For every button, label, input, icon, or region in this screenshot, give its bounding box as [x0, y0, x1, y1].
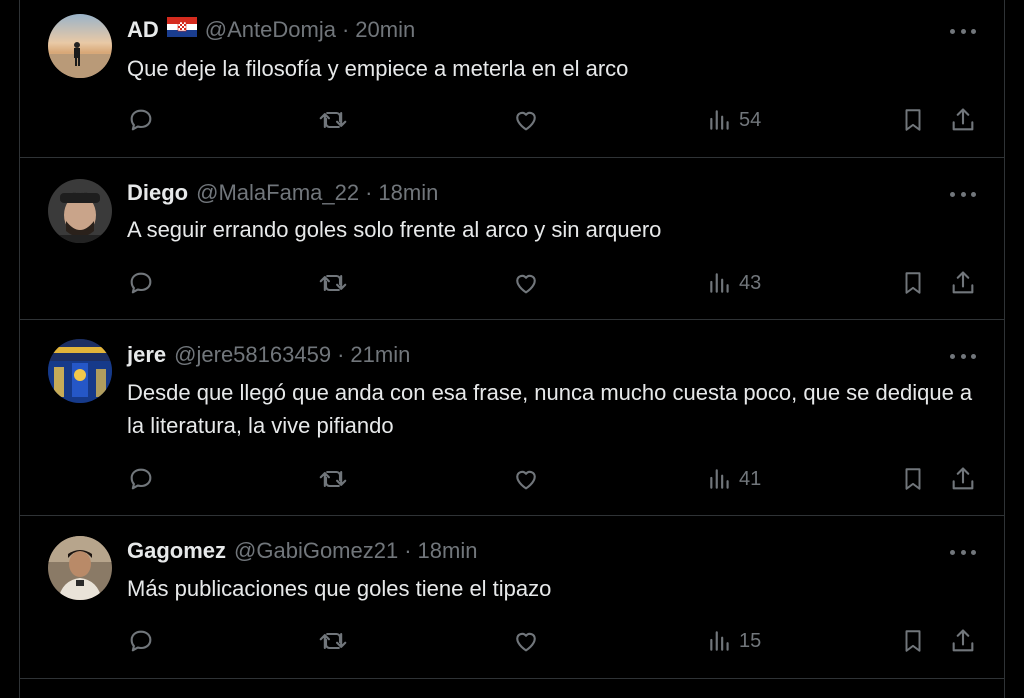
tweet-header: AD @AnteDomja · 20min — [127, 16, 415, 44]
reply-icon[interactable] — [127, 626, 155, 656]
display-name[interactable]: jere — [127, 342, 166, 368]
separator-dot: · — [365, 180, 373, 205]
bookmark-icon[interactable] — [900, 626, 926, 656]
tweet[interactable]: jere @jere58163459 · 21min Desde que lle… — [20, 319, 1004, 516]
timestamp[interactable]: 21min — [350, 342, 410, 368]
more-icon[interactable] — [950, 26, 976, 36]
bookmark-icon[interactable] — [900, 464, 926, 494]
display-name[interactable]: Gagomez — [127, 538, 226, 564]
bookmark-icon[interactable] — [900, 105, 926, 135]
retweet-icon[interactable] — [317, 626, 349, 656]
views-button[interactable]: 54 — [707, 105, 761, 135]
views-icon — [707, 628, 733, 654]
croatia-flag-icon — [166, 17, 197, 43]
retweet-icon[interactable] — [317, 268, 349, 298]
views-button[interactable]: 15 — [707, 626, 761, 656]
bookmark-icon[interactable] — [900, 268, 926, 298]
views-count: 41 — [739, 467, 762, 490]
reply-icon[interactable] — [127, 105, 155, 135]
timestamp[interactable]: 18min — [418, 538, 478, 564]
timestamp[interactable]: 20min — [355, 17, 415, 43]
like-icon[interactable] — [512, 464, 540, 494]
tweet[interactable]: Gagomez @GabiGomez21 · 18min Más publica… — [20, 515, 1004, 679]
tweet-text: Que deje la filosofía y empiece a meterl… — [127, 56, 629, 81]
more-icon[interactable] — [950, 351, 976, 361]
avatar[interactable] — [48, 339, 112, 403]
share-icon[interactable] — [949, 464, 977, 494]
username[interactable]: @GabiGomez21 — [234, 538, 398, 564]
avatar[interactable] — [48, 536, 112, 600]
views-icon — [707, 107, 733, 133]
tweet-header: Gagomez @GabiGomez21 · 18min — [127, 537, 477, 565]
retweet-icon[interactable] — [317, 464, 349, 494]
avatar[interactable] — [48, 179, 112, 243]
views-button[interactable]: 43 — [707, 268, 761, 298]
like-icon[interactable] — [512, 626, 540, 656]
tweet[interactable]: AD @AnteDomja · 20min Que deje la filoso… — [20, 0, 1004, 158]
views-icon — [707, 270, 733, 296]
share-icon[interactable] — [949, 268, 977, 298]
like-icon[interactable] — [512, 268, 540, 298]
views-count: 15 — [739, 629, 762, 652]
display-name[interactable]: AD — [127, 17, 159, 43]
reply-icon[interactable] — [127, 268, 155, 298]
display-name[interactable]: Diego — [127, 180, 188, 206]
reply-icon[interactable] — [127, 464, 155, 494]
share-icon[interactable] — [949, 105, 977, 135]
avatar[interactable] — [48, 14, 112, 78]
views-count: 54 — [739, 108, 762, 131]
tweet-header: Diego @MalaFama_22 · 18min — [127, 179, 438, 207]
views-button[interactable]: 41 — [707, 464, 761, 494]
username[interactable]: @AnteDomja — [205, 17, 336, 43]
views-icon — [707, 466, 733, 492]
separator-dot: · — [337, 342, 345, 367]
tweet-text: A seguir errando goles solo frente al ar… — [127, 217, 662, 242]
separator-dot: · — [341, 17, 350, 42]
retweet-icon[interactable] — [317, 105, 349, 135]
reply-timeline: AD @AnteDomja · 20min Que deje la filoso… — [19, 0, 1005, 698]
action-bar: 43 — [127, 268, 987, 298]
timestamp[interactable]: 18min — [378, 180, 438, 206]
views-count: 43 — [739, 271, 762, 294]
action-bar: 54 — [127, 105, 987, 135]
more-icon[interactable] — [950, 189, 976, 199]
like-icon[interactable] — [512, 105, 540, 135]
separator-dot: · — [404, 538, 412, 563]
tweet-header: jere @jere58163459 · 21min — [127, 341, 410, 369]
tweet-text: Desde que llegó que anda con esa frase, … — [127, 380, 973, 438]
username[interactable]: @MalaFama_22 — [196, 180, 359, 206]
share-icon[interactable] — [949, 626, 977, 656]
action-bar: 15 — [127, 626, 987, 656]
tweet[interactable]: Diego @MalaFama_22 · 18min A seguir erra… — [20, 157, 1004, 320]
more-icon[interactable] — [950, 547, 976, 557]
action-bar: 41 — [127, 464, 987, 494]
tweet-text: Más publicaciones que goles tiene el tip… — [127, 576, 552, 601]
username[interactable]: @jere58163459 — [174, 342, 331, 368]
